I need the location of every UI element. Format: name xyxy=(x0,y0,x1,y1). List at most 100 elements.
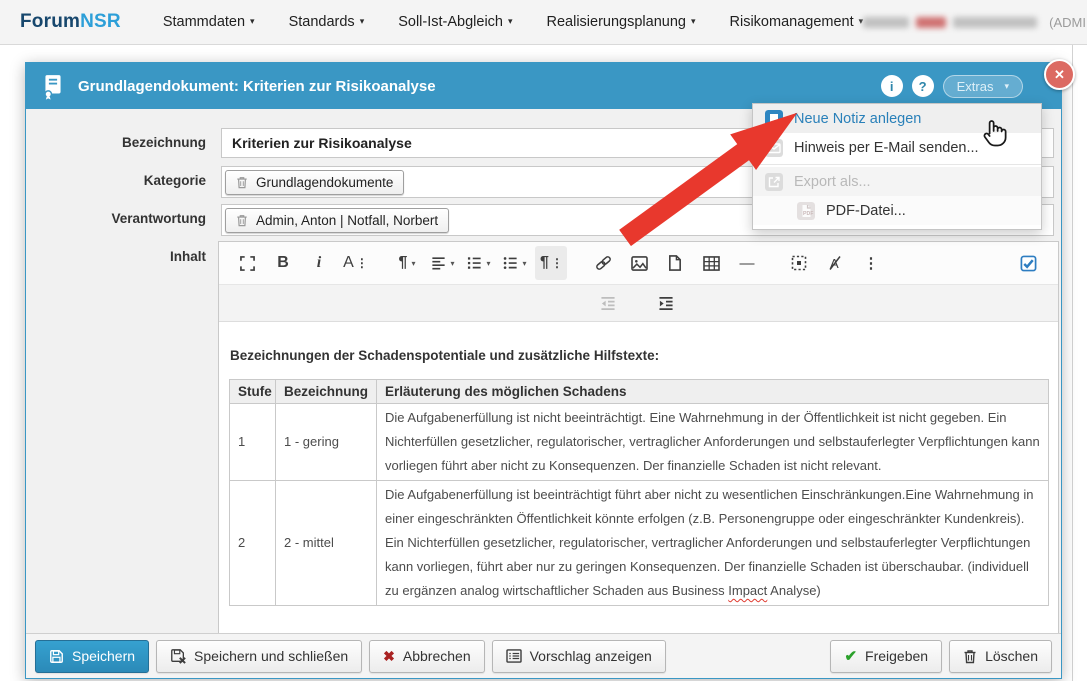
outdent-icon xyxy=(600,296,616,311)
more-tools-button[interactable]: ⋮ xyxy=(855,246,887,280)
insert-file-button[interactable] xyxy=(659,246,691,280)
menu-item-pdf-datei[interactable]: PDF PDF-Datei... xyxy=(753,196,1041,225)
insert-image-button[interactable] xyxy=(623,246,655,280)
italic-icon: i xyxy=(317,254,321,272)
caret-down-icon: ▾ xyxy=(508,16,513,26)
menu-realisierungsplanung[interactable]: Realisierungsplanung▾ xyxy=(547,14,696,30)
user-menu[interactable]: (ADMINISTRATOR) ▾ xyxy=(863,4,1087,40)
spellcheck-flagged-word: Impact xyxy=(728,583,767,598)
caret-down-icon: ▾ xyxy=(450,259,454,268)
info-button[interactable]: i xyxy=(881,75,903,97)
table-cell-stufe: 1 xyxy=(230,404,276,481)
paragraph-icon: ¶ xyxy=(399,254,408,272)
cancel-button[interactable]: ✖ Abbrechen xyxy=(369,640,484,673)
pdf-file-icon: PDF xyxy=(797,202,815,220)
check-icon: ✔ xyxy=(844,647,857,665)
show-proposal-button[interactable]: Vorschlag anzeigen xyxy=(492,640,666,673)
table-row: 1 1 - gering Die Aufgabenerfüllung ist n… xyxy=(230,404,1049,481)
verantwortung-chip[interactable]: Admin, Anton | Notfall, Norbert xyxy=(225,208,449,233)
editor-checked-checkbox[interactable] xyxy=(1012,246,1044,280)
help-button[interactable]: ? xyxy=(912,75,934,97)
unordered-list-button[interactable]: ▾ xyxy=(499,246,531,280)
insert-link-button[interactable] xyxy=(587,246,619,280)
export-icon xyxy=(765,173,783,191)
more-dots-icon: ⋮ xyxy=(356,256,367,270)
help-icon: ? xyxy=(919,79,927,94)
save-and-close-button[interactable]: Speichern und schließen xyxy=(156,640,362,673)
document-scroll-icon xyxy=(40,73,66,100)
caret-down-icon: ▾ xyxy=(1004,81,1009,92)
font-options-icon: A xyxy=(343,254,354,272)
text-options-button[interactable]: A⋮ xyxy=(339,246,371,280)
caret-down-icon: ▾ xyxy=(522,259,526,268)
menu-item-export-als[interactable]: Export als... xyxy=(753,167,1041,196)
kategorie-chip-label: Grundlagendokumente xyxy=(256,175,393,190)
paragraph-format-button[interactable]: ¶▾ xyxy=(391,246,423,280)
table-cell-bezeichnung: 1 - gering xyxy=(276,404,377,481)
table-cell-bezeichnung: 2 - mittel xyxy=(276,481,377,606)
table-icon xyxy=(703,256,720,271)
outdent-button[interactable] xyxy=(592,286,624,320)
redacted-username xyxy=(863,17,1037,28)
verantwortung-label: Verantwortung xyxy=(26,211,206,226)
page-right-border xyxy=(1072,45,1073,681)
release-button[interactable]: ✔ Freigeben xyxy=(830,640,942,673)
paragraph-icon: ¶ xyxy=(540,254,549,272)
fullscreen-button[interactable] xyxy=(231,246,263,280)
align-button[interactable]: ▾ xyxy=(427,246,459,280)
save-icon xyxy=(49,649,64,664)
content-heading: Bezeichnungen der Schadenspotentiale und… xyxy=(230,348,1048,363)
horizontal-rule-button[interactable]: — xyxy=(731,246,763,280)
select-all-icon xyxy=(791,255,807,271)
column-header-stufe: Stufe xyxy=(230,380,276,404)
menu-item-neue-notiz[interactable]: Neue Notiz anlegen xyxy=(753,104,1041,133)
close-dialog-button[interactable]: ✕ xyxy=(1044,59,1075,90)
verantwortung-chip-label: Admin, Anton | Notfall, Norbert xyxy=(256,213,438,228)
bold-button[interactable]: B xyxy=(267,246,299,280)
more-dots-icon: ⋮ xyxy=(551,256,562,270)
table-cell-erlaeuterung: Die Aufgabenerfüllung ist nicht beeinträ… xyxy=(377,404,1049,481)
menu-standards[interactable]: Standards▾ xyxy=(289,14,365,30)
extras-button[interactable]: Extras▾ xyxy=(943,75,1023,98)
editor-toolbar: B i A⋮ ¶▾ ▾ ▾ xyxy=(219,242,1058,285)
fullscreen-icon xyxy=(240,256,255,271)
ordered-list-button[interactable]: ▾ xyxy=(463,246,495,280)
extras-dropdown-menu: Neue Notiz anlegen Hinweis per E-Mail se… xyxy=(752,103,1042,230)
table-cell-stufe: 2 xyxy=(230,481,276,606)
main-menu: Stammdaten▾ Standards▾ Soll-Ist-Abgleich… xyxy=(163,14,863,30)
column-header-bezeichnung: Bezeichnung xyxy=(276,380,377,404)
save-close-icon xyxy=(170,648,186,664)
link-icon xyxy=(595,255,612,271)
paragraph-style-button[interactable]: ¶⋮ xyxy=(535,246,567,280)
horizontal-rule-icon: — xyxy=(740,255,755,272)
bezeichnung-label: Bezeichnung xyxy=(26,135,206,150)
info-icon: i xyxy=(890,79,894,94)
svg-text:PDF: PDF xyxy=(803,211,813,217)
insert-table-button[interactable] xyxy=(695,246,727,280)
italic-button[interactable]: i xyxy=(303,246,335,280)
menu-stammdaten[interactable]: Stammdaten▾ xyxy=(163,14,255,30)
dialog-title: Grundlagendokument: Kriterien zur Risiko… xyxy=(78,78,436,95)
trash-icon xyxy=(963,649,977,664)
save-button[interactable]: Speichern xyxy=(35,640,149,673)
app-logo[interactable]: ForumNSR xyxy=(20,11,121,33)
clear-formatting-icon: A xyxy=(827,255,843,271)
editor-content[interactable]: Bezeichnungen der Schadenspotentiale und… xyxy=(219,322,1058,606)
user-role-label: (ADMINISTRATOR) xyxy=(1049,15,1087,30)
select-all-button[interactable] xyxy=(783,246,815,280)
menu-separator xyxy=(753,164,1041,165)
indent-button[interactable] xyxy=(650,286,682,320)
schadenspotentiale-table: Stufe Bezeichnung Erläuterung des möglic… xyxy=(229,379,1049,606)
clear-formatting-button[interactable]: A xyxy=(819,246,851,280)
delete-button[interactable]: Löschen xyxy=(949,640,1052,673)
file-icon xyxy=(668,255,682,271)
menu-soll-ist-abgleich[interactable]: Soll-Ist-Abgleich▾ xyxy=(398,14,512,30)
menu-risikomanagement[interactable]: Risikomanagement▾ xyxy=(730,14,864,30)
close-icon: ✕ xyxy=(1054,67,1065,83)
brand-secondary: NSR xyxy=(80,11,121,32)
caret-down-icon: ▾ xyxy=(691,16,696,26)
editor-toolbar-row2 xyxy=(219,285,1058,322)
menu-item-email-hinweis[interactable]: Hinweis per E-Mail senden... xyxy=(753,133,1041,162)
kategorie-chip[interactable]: Grundlagendokumente xyxy=(225,170,404,195)
ordered-list-icon xyxy=(467,256,482,270)
